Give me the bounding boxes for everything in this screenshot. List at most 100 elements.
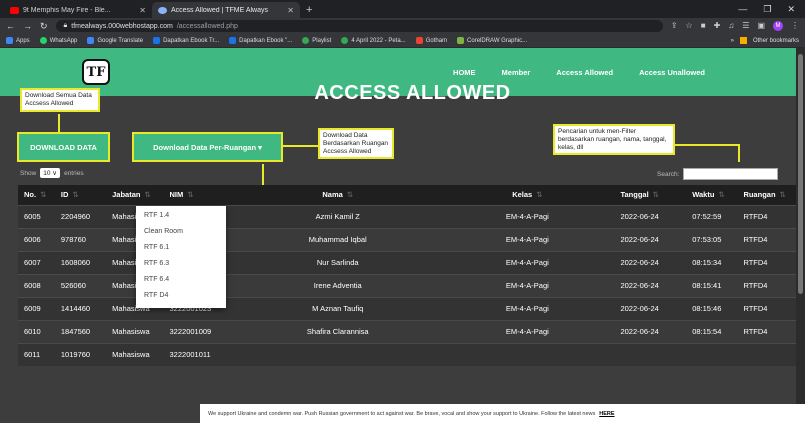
dropdown-option[interactable]: RTF D4: [136, 289, 226, 305]
bookmark-item[interactable]: Apps: [6, 37, 30, 44]
table-cell: 2022-06-24: [614, 204, 687, 228]
column-header[interactable]: Nama ⇅: [235, 185, 441, 205]
forward-icon[interactable]: →: [23, 21, 32, 31]
bookmark-item[interactable]: Google Translate: [87, 37, 143, 44]
search-input[interactable]: [683, 168, 779, 180]
column-header[interactable]: ID ⇅: [54, 185, 107, 205]
column-header[interactable]: NIM ⇅: [163, 185, 236, 205]
share-icon[interactable]: ⇪: [671, 21, 678, 31]
bookmark-item[interactable]: Dapatkan Ebook "...: [229, 37, 292, 44]
table-cell: 6007: [18, 250, 55, 274]
table-cell: 2022-06-24: [614, 273, 687, 297]
restore-icon[interactable]: ❐: [763, 4, 771, 15]
ebook-icon: [153, 37, 161, 44]
table-cell: EM-4-A-Pagi: [440, 273, 615, 297]
banner-link[interactable]: HERE: [599, 411, 614, 417]
table-cell: 1414460: [54, 296, 107, 320]
minimize-icon[interactable]: —: [738, 4, 747, 15]
map-icon: [341, 37, 349, 44]
table-cell: 2022-06-24: [614, 296, 687, 320]
lock-icon: 🔒︎: [63, 22, 68, 29]
tab-title: 9t Memphis May Fire - Ble...: [23, 6, 111, 14]
chevron-right-icon: »: [730, 37, 734, 44]
table-cell: 08:15:54: [686, 319, 738, 343]
sidebar-icon[interactable]: ▣: [757, 21, 765, 31]
dropdown-option[interactable]: RTF 6.3: [136, 257, 226, 273]
column-header[interactable]: Tanggal ⇅: [614, 185, 687, 205]
table-cell: 2022-06-24: [614, 319, 687, 343]
table-cell: 1847560: [54, 319, 107, 343]
dropdown-option[interactable]: RTF 1.4: [136, 209, 226, 225]
column-header[interactable]: Waktu ⇅: [686, 185, 738, 205]
corel-icon: [457, 37, 465, 44]
profile-avatar[interactable]: M: [773, 21, 783, 31]
table-cell: Azmi Kamil Z: [235, 204, 441, 228]
tab-access-allowed[interactable]: Access Allowed | TFME Always ✕: [152, 2, 300, 18]
tab-title: Access Allowed | TFME Always: [171, 6, 268, 14]
column-header[interactable]: Jabatan ⇅: [106, 185, 164, 205]
page-title: ACCESS ALLOWED: [314, 82, 511, 104]
table-row: 6010 1847560 Mahasiswa 3222001009 Shafira Cl…: [18, 319, 799, 343]
bookmark-item[interactable]: Dapatkan Ebook Tr...: [153, 37, 219, 44]
table-cell: M Aznan Taufiq: [235, 296, 441, 320]
url-field[interactable]: 🔒︎ tfmealways.000webhostapp.com/accessal…: [55, 20, 663, 32]
table-cell: 1019760: [54, 342, 107, 366]
annotation-per-room: Download Data Berdasarkan Ruangan Accses…: [318, 128, 394, 160]
close-icon[interactable]: ✕: [287, 6, 294, 15]
menu-icon[interactable]: ⋮: [791, 21, 799, 31]
scrollbar[interactable]: [796, 48, 805, 423]
close-icon[interactable]: ✕: [139, 6, 146, 15]
table-cell: 07:52:59: [686, 204, 738, 228]
bookmark-item[interactable]: CorelDRAW Graphic...: [457, 37, 527, 44]
dropdown-option[interactable]: Clean Room: [136, 225, 226, 241]
download-data-button[interactable]: DOWNLOAD DATA: [17, 132, 110, 162]
show-entries: Show 10 ∨ entries: [20, 168, 84, 178]
playlist-icon: [302, 37, 310, 44]
table-cell: 3222001009: [163, 319, 236, 343]
star-icon[interactable]: ☆: [686, 21, 693, 31]
table-row: 6011 1019760 Mahasiswa 3222001011: [18, 342, 799, 366]
bookmark-item[interactable]: Playlist: [302, 37, 331, 44]
extension-icon[interactable]: ■: [701, 21, 706, 31]
table-cell: 3222001011: [163, 342, 236, 366]
new-tab-button[interactable]: +: [300, 4, 318, 18]
sort-icon: ⇅: [652, 190, 659, 200]
table-cell: EM-4-A-Pagi: [440, 250, 615, 274]
puzzle-icon[interactable]: ✚: [714, 21, 721, 31]
bookmark-item[interactable]: WhatsApp: [39, 37, 77, 44]
dropdown-option[interactable]: RTF 6.4: [136, 273, 226, 289]
download-per-room-button[interactable]: Download Data Per-Ruangan ▾: [132, 132, 283, 162]
reading-list-icon[interactable]: ☰: [742, 21, 749, 31]
column-header[interactable]: No. ⇅: [18, 185, 55, 205]
reload-icon[interactable]: ↻: [40, 21, 48, 32]
table-cell: Mahasiswa: [106, 319, 164, 343]
back-icon[interactable]: ←: [6, 21, 15, 31]
annotation-download-all: Download Semua Data Accsess Allowed: [20, 88, 100, 112]
column-header[interactable]: Kelas ⇅: [440, 185, 615, 205]
annotation-connector: [283, 145, 318, 147]
media-icon[interactable]: ♫: [728, 21, 734, 31]
bookmark-item[interactable]: Gotham: [415, 37, 447, 44]
table-header-row: No. ⇅ ID ⇅ Jabatan ⇅ NIM ⇅ Nama ⇅ Kelas ⇅ Tanggal ⇅ Wa…: [18, 185, 799, 205]
table-cell: RTFD4: [737, 227, 799, 251]
other-bookmarks[interactable]: » Other bookmarks: [731, 37, 799, 44]
table-cell: [235, 342, 441, 366]
translate-icon: [87, 37, 95, 44]
close-window-icon[interactable]: ✕: [787, 4, 795, 15]
dropdown-option[interactable]: RTF 6.1: [136, 241, 226, 257]
scrollbar-thumb[interactable]: [798, 54, 803, 294]
tab-youtube[interactable]: 9t Memphis May Fire - Ble... ✕: [4, 2, 152, 18]
column-header[interactable]: Ruangan ⇅: [737, 185, 799, 205]
table-cell: [614, 342, 687, 366]
table-cell: RTFD4: [737, 250, 799, 274]
table-cell: 08:15:46: [686, 296, 738, 320]
browser-window: 9t Memphis May Fire - Ble... ✕ Access Al…: [0, 0, 805, 423]
bookmark-item[interactable]: 4 April 2022 - Peta...: [341, 37, 406, 44]
table-cell: 2204960: [54, 204, 107, 228]
table-cell: Shafira Clarannisa: [235, 319, 441, 343]
table-cell: 08:15:41: [686, 273, 738, 297]
table-cell: 2022-06-24: [614, 250, 687, 274]
entries-select[interactable]: 10 ∨: [40, 168, 61, 178]
address-bar: ← → ↻ 🔒︎ tfmealways.000webhostapp.com/ac…: [0, 18, 805, 34]
whatsapp-icon: [39, 37, 47, 44]
